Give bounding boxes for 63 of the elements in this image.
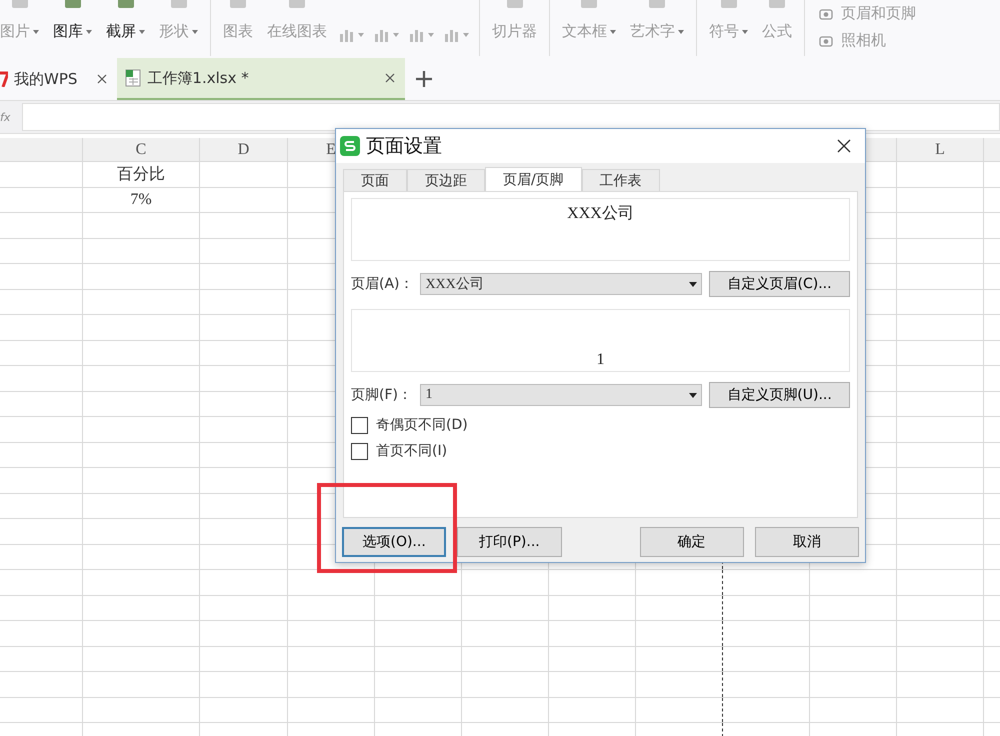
tool-icon — [766, 0, 788, 10]
camera-icon — [819, 8, 833, 20]
table-cell-text: 百分比 — [117, 164, 165, 185]
chart-icon — [339, 28, 355, 42]
ribbon-button[interactable]: 图库 — [47, 0, 98, 41]
app-icon — [340, 136, 360, 156]
document-tab[interactable]: 工作簿1.xlsx * — [117, 58, 406, 100]
caret-icon — [358, 33, 364, 37]
caret-icon — [428, 33, 434, 37]
caret-icon — [689, 282, 698, 286]
column-header[interactable]: L — [935, 140, 945, 158]
spreadsheet-file-icon — [125, 69, 142, 87]
chart-icon — [374, 28, 390, 42]
field-label: 页脚(F)： — [351, 386, 413, 404]
close-icon[interactable] — [385, 73, 396, 83]
footer-select[interactable]: 1 — [420, 384, 702, 406]
dialog-tab[interactable]: 页眉/页脚 — [485, 167, 582, 191]
camera-icon — [819, 34, 833, 46]
chart-icon — [409, 28, 425, 42]
dialog-button[interactable]: 确定 — [640, 527, 744, 557]
caret-icon — [678, 30, 684, 34]
tool-icon — [578, 0, 600, 10]
caret-icon — [86, 30, 92, 34]
caret-icon — [689, 392, 698, 398]
new-tab-icon[interactable] — [415, 70, 434, 88]
tool-icon — [646, 0, 668, 10]
tool-icon — [227, 0, 249, 10]
preview-text: XXX公司 — [567, 204, 634, 224]
custom-footer-button[interactable]: 自定义页脚(U)... — [709, 382, 850, 408]
ribbon-button[interactable]: 截屏 — [100, 0, 151, 41]
header-select[interactable]: XXX公司 — [420, 273, 702, 295]
column-header[interactable]: D — [238, 140, 250, 158]
dialog-button[interactable]: 打印(P)... — [457, 527, 562, 557]
column-header[interactable]: C — [136, 140, 146, 158]
chart-icon — [444, 28, 460, 42]
caret-icon — [139, 30, 145, 34]
checkbox[interactable] — [351, 442, 368, 460]
table-cell: 7% — [130, 190, 152, 209]
dialog-title: 页面设置 — [366, 134, 442, 159]
checkbox-label[interactable]: 首页不同(I) — [376, 442, 448, 460]
dialog-button[interactable]: 取消 — [754, 527, 860, 557]
checkbox-label[interactable]: 奇偶页不同(D) — [376, 416, 468, 434]
caret-icon — [742, 30, 748, 34]
dialog-tab[interactable]: 页面 — [343, 169, 407, 191]
caret-icon — [33, 30, 39, 34]
dialog-tab[interactable]: 工作表 — [582, 169, 660, 191]
tool-icon — [286, 0, 308, 10]
function-label: fx — [0, 110, 10, 124]
preview-text: 1 — [596, 351, 604, 369]
dialog-tab[interactable]: 页边距 — [407, 169, 485, 191]
close-icon[interactable] — [837, 139, 851, 153]
field-label: 页眉(A)： — [351, 275, 415, 293]
document-tab[interactable]: 我的WPS — [0, 58, 118, 100]
caret-icon — [393, 33, 399, 37]
dialog-button[interactable]: 选项(O)... — [342, 527, 446, 557]
formula-input[interactable] — [22, 103, 1000, 131]
column-header[interactable]: E — [326, 140, 336, 158]
caret-icon — [610, 30, 616, 34]
caret-icon — [463, 33, 469, 37]
caret-icon — [192, 30, 198, 34]
custom-header-button[interactable]: 自定义页眉(C)... — [709, 271, 850, 297]
checkbox[interactable] — [351, 416, 368, 434]
close-icon[interactable] — [97, 74, 108, 84]
